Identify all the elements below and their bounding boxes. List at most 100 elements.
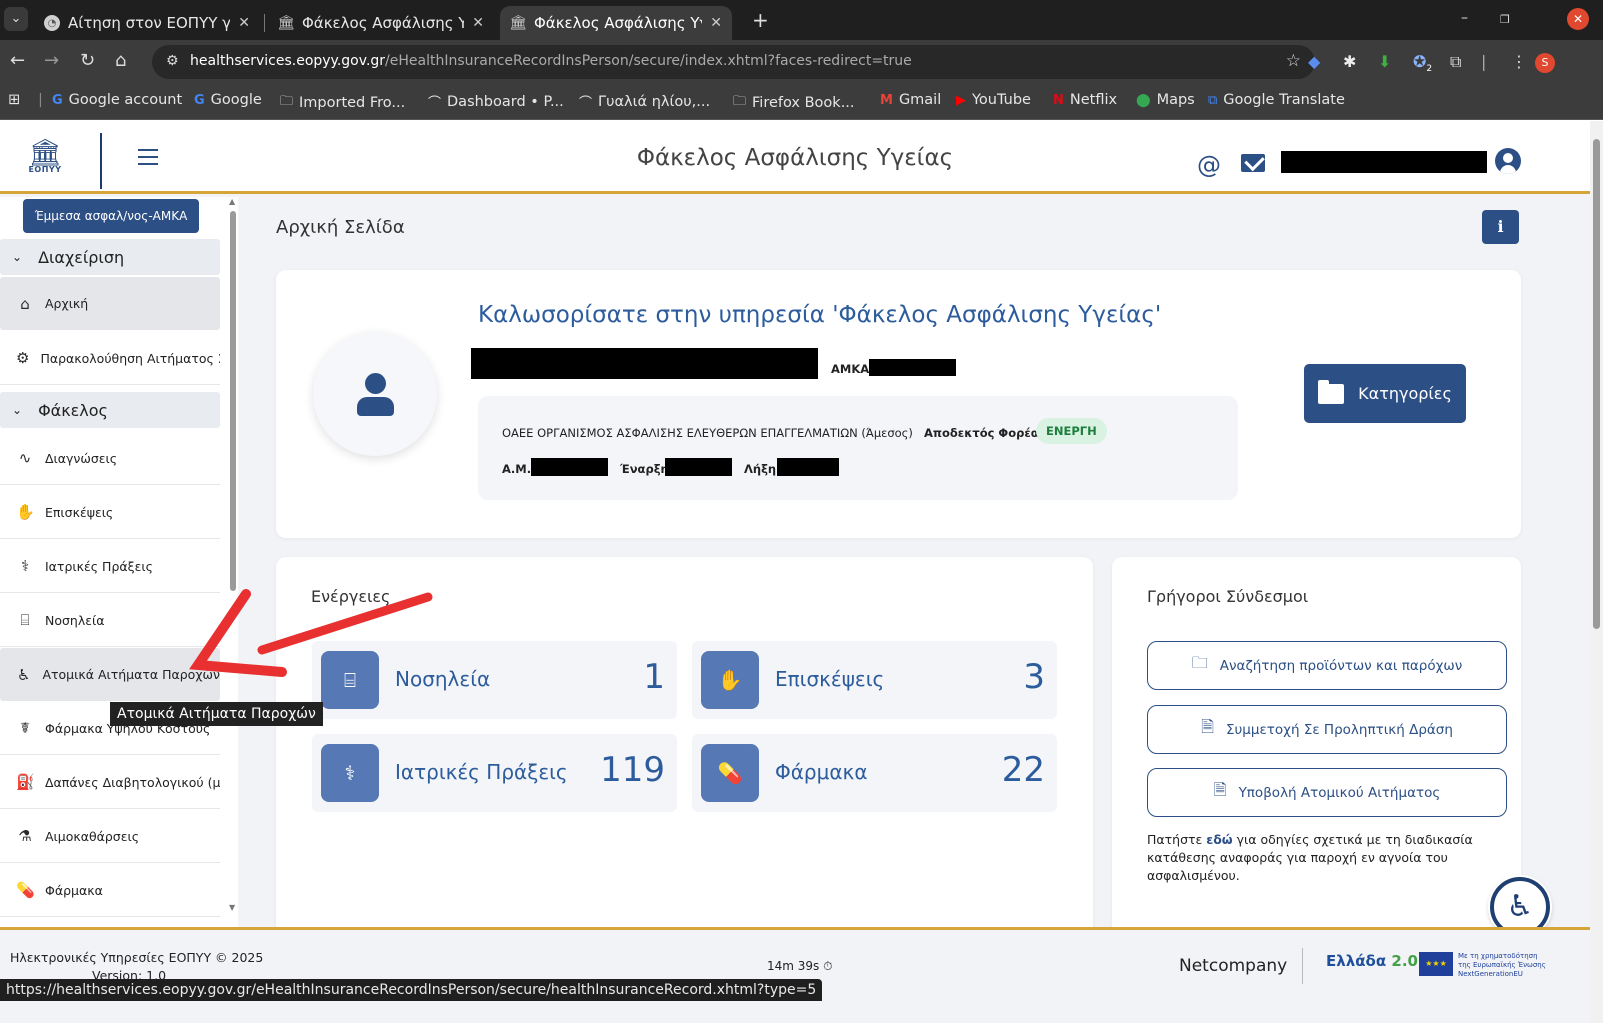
sidebar-item-dialysis[interactable]: ⚗ Αιμοκαθάρσεις	[0, 810, 220, 863]
instructions-link[interactable]: εδώ	[1206, 832, 1232, 847]
page-scrollbar[interactable]	[1590, 121, 1603, 1023]
sidebar-item-label: Δαπάνες Διαβητολογικού (μέχρι ι	[45, 774, 220, 790]
glucose-icon: ⛽	[16, 773, 35, 791]
sidebar-item-label: Ατομικά Αιτήματα Παροχών	[42, 667, 220, 682]
scroll-up-icon[interactable]: ▲	[229, 197, 235, 206]
sidebar-item-diabetes-expenses[interactable]: ⛽ Δαπάνες Διαβητολογικού (μέχρι ι	[0, 756, 220, 809]
sidebar-item-diagnoses[interactable]: ∿ Διαγνώσεις	[0, 432, 220, 485]
profile-avatar[interactable]: S	[1535, 53, 1555, 73]
close-tab-icon[interactable]: ✕	[472, 15, 484, 31]
redacted-full-name	[471, 348, 818, 379]
bed-icon: ⌸	[321, 651, 379, 709]
sidebar-section-management[interactable]: ⌄ Διαχείριση	[0, 239, 220, 275]
browser-tab-1[interactable]: ◔ Αίτηση στον ΕΟΠΥΥ για ν ✕	[34, 6, 260, 40]
bookmark-netflix[interactable]: N Netflix	[1053, 92, 1117, 108]
action-tile-medical-acts[interactable]: ⚕ Ιατρικές Πράξεις 119	[312, 734, 677, 812]
extension-tag-icon[interactable]: ◆	[1308, 52, 1320, 71]
quick-link-search-products[interactable]: 🗀 Αναζήτηση προϊόντων και παρόχων	[1147, 641, 1507, 690]
tab-search-button[interactable]: ⌄	[4, 7, 28, 31]
action-tile-visits[interactable]: ✋ Επισκέψεις 3	[692, 641, 1057, 719]
address-bar[interactable]: ⚙ healthservices.eopyy.gov.gr/eHealthIns…	[152, 45, 1315, 79]
extensions-puzzle-icon[interactable]: ⧉	[1450, 52, 1461, 72]
toolbar-separator: |	[1481, 52, 1487, 71]
action-tile-hospitalization[interactable]: ⌸ Νοσηλεία 1	[312, 641, 677, 719]
at-email-icon[interactable]: @	[1197, 151, 1221, 179]
quick-link-label: Αναζήτηση προϊόντων και παρόχων	[1219, 657, 1463, 674]
tile-label: Φάρμακα	[775, 760, 868, 784]
extension-badge-icon[interactable]: ✪2	[1413, 52, 1432, 74]
window-close-icon[interactable]: ✕	[1567, 8, 1589, 30]
bookmark-star-icon[interactable]: ☆	[1286, 51, 1301, 71]
chevron-down-icon: ⌄	[12, 403, 23, 417]
sidebar-scrollbar[interactable]: ▲ ▼	[228, 197, 238, 917]
bookmark-label: Firefox Book...	[752, 95, 855, 111]
extension-paw-icon[interactable]: ✱	[1343, 52, 1356, 71]
download-icon[interactable]: ⬇	[1378, 52, 1391, 71]
action-tile-drugs[interactable]: 💊 Φάρμακα 22	[692, 734, 1057, 812]
institution-icon: 🏛	[277, 15, 295, 31]
sidebar-section-record[interactable]: ⌄ Φάκελος	[0, 392, 220, 428]
sidebar-item-individual-requests[interactable]: ♿ Ατομικά Αιτήματα Παροχών	[0, 648, 220, 701]
section-label: Φάκελος	[38, 400, 108, 420]
session-timer: 14m 39s ⏱	[767, 959, 833, 974]
home-icon[interactable]: ⌂	[115, 50, 126, 71]
apps-grid-icon[interactable]: ⊞	[8, 92, 20, 108]
wheelchair-icon: ♿	[17, 665, 31, 684]
sidebar-item-hospitalization[interactable]: ⌸ Νοσηλεία	[0, 594, 220, 647]
status-badge: ΕΝΕΡΓΗ	[1036, 418, 1107, 444]
bookmark-google[interactable]: G Google	[194, 92, 262, 108]
page-scroll-thumb[interactable]	[1593, 139, 1600, 629]
scroll-down-icon[interactable]: ▼	[229, 903, 235, 912]
forward-icon[interactable]: →	[44, 50, 59, 71]
quick-link-submit-request[interactable]: 🗎 Υποβολή Ατομικού Αιτήματος	[1147, 768, 1507, 817]
site-info-icon[interactable]: ⚙	[166, 53, 179, 69]
quick-links-title: Γρήγοροι Σύνδεσμοι	[1147, 587, 1309, 606]
reload-icon[interactable]: ↻	[80, 50, 95, 71]
dialysis-icon: ⚗	[18, 827, 32, 845]
sidebar-item-drugs[interactable]: 💊 Φάρμακα	[0, 864, 220, 917]
tab-title: Φάκελος Ασφάλισης Υγε	[302, 14, 465, 32]
tile-count: 22	[1001, 750, 1045, 790]
bookmark-translate[interactable]: ⧉ Google Translate	[1208, 92, 1345, 108]
tile-count: 3	[1023, 657, 1045, 697]
bookmark-sunglasses[interactable]: ⌒ Γυαλιά ηλίου,...	[579, 92, 710, 112]
folder-icon: 🗀	[280, 94, 294, 109]
restore-icon[interactable]: ❐	[1500, 13, 1510, 26]
tile-label: Νοσηλεία	[395, 667, 491, 691]
actions-card: Ενέργειες ⌸ Νοσηλεία 1 ✋ Επισκέψεις 3 ⚕ …	[276, 557, 1093, 947]
browser-tab-bar: ⌄ ◔ Αίτηση στον ΕΟΠΥΥ για ν ✕ 🏛 Φάκελος …	[0, 0, 1603, 40]
user-avatar-icon	[313, 332, 437, 456]
new-tab-icon[interactable]: +	[752, 8, 769, 32]
sidebar-item-medical-acts[interactable]: ⚕ Ιατρικές Πράξεις	[0, 540, 220, 593]
info-button[interactable]: i	[1482, 210, 1519, 244]
indirect-insured-amka-button[interactable]: Έμμεσα ασφαλ/νος-ΑΜΚΑ	[23, 199, 199, 233]
kebab-menu-icon[interactable]: ⋮	[1511, 52, 1527, 71]
bookmark-imported[interactable]: 🗀 Imported Fro...	[280, 92, 405, 114]
bookmark-dashboard[interactable]: ⌒ Dashboard • P...	[428, 92, 564, 112]
extension-badge-count: 2	[1426, 64, 1433, 75]
browser-tab-2[interactable]: 🏛 Φάκελος Ασφάλισης Υγε ✕	[268, 6, 494, 40]
eu-flag-icon: ★★★	[1419, 952, 1453, 976]
bookmark-maps[interactable]: ⬤ Maps	[1136, 92, 1195, 108]
pills-icon: 💊	[16, 881, 35, 899]
bookmark-google-account[interactable]: G Google account	[52, 92, 182, 108]
close-tab-icon[interactable]: ✕	[710, 15, 722, 31]
back-icon[interactable]: ←	[10, 50, 25, 71]
envelope-icon[interactable]	[1241, 154, 1265, 172]
minimize-icon[interactable]: –	[1461, 10, 1468, 26]
translate-icon: ⧉	[1208, 92, 1218, 108]
url-text[interactable]: healthservices.eopyy.gov.gr/eHealthInsur…	[190, 53, 912, 69]
sidebar-scroll-thumb[interactable]	[230, 211, 236, 591]
bookmark-youtube[interactable]: ▶ YouTube	[956, 92, 1031, 108]
sidebar-item-request-tracking[interactable]: ⚙ Παρακολούθηση Αιτήματος Σ.Η.Π	[0, 332, 220, 385]
close-tab-icon[interactable]: ✕	[238, 15, 250, 31]
categories-button[interactable]: Κατηγορίες	[1304, 364, 1466, 423]
url-path: /eHealthInsuranceRecordInsPerson/secure/…	[385, 53, 912, 69]
user-circle-icon[interactable]	[1495, 148, 1521, 174]
sidebar-item-visits[interactable]: ✋ Επισκέψεις	[0, 486, 220, 539]
sidebar-item-home[interactable]: ⌂ Αρχική	[0, 277, 220, 330]
quick-link-preventive-action[interactable]: 🗎 Συμμετοχή Σε Προληπτική Δράση	[1147, 705, 1507, 754]
bookmark-gmail[interactable]: M Gmail	[880, 92, 941, 108]
browser-tab-3-active[interactable]: 🏛 Φάκελος Ασφάλισης Υγε ✕	[500, 6, 732, 40]
bookmark-firefox[interactable]: 🗀 Firefox Book...	[733, 92, 855, 114]
